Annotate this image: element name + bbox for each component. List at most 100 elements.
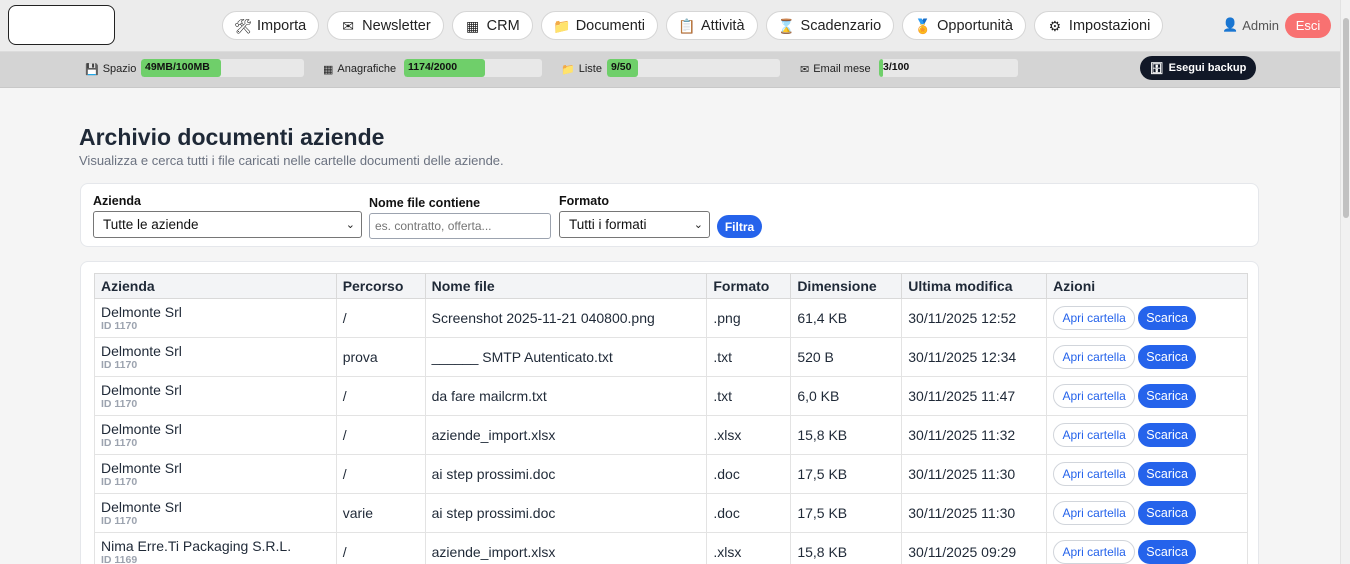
table-row[interactable]: Delmonte Srl ID 1170 prova ______ SMTP Aute… <box>94 337 1248 377</box>
cell-azienda: Delmonte Srl ID 1170 <box>94 454 337 494</box>
cell-azioni: Apri cartella Scarica <box>1046 454 1248 494</box>
page-title: Archivio documenti aziende <box>79 124 385 150</box>
cell-azioni: Apri cartella Scarica <box>1046 493 1248 533</box>
nav-impostazioni-button[interactable]: ⚙ Impostazioni <box>1033 11 1164 40</box>
quota-label-text: Spazio <box>102 63 137 75</box>
filter-submit-button[interactable]: Filtra <box>717 215 762 238</box>
nome-file-input[interactable]: es. contratto, offerta... <box>369 213 551 239</box>
nav-label: Newsletter <box>362 17 431 34</box>
cell-dimensione: 520 B <box>790 337 903 377</box>
nav-importa-button[interactable]: 🛠 Importa <box>222 11 320 40</box>
open-folder-button[interactable]: Apri cartella <box>1053 423 1136 447</box>
download-button[interactable]: Scarica <box>1138 501 1197 525</box>
logout-button[interactable]: Esci <box>1285 13 1331 38</box>
app-logo[interactable] <box>8 5 115 45</box>
folder-icon: 📁 <box>552 17 571 34</box>
col-nome-file[interactable]: Nome file <box>424 273 708 299</box>
quota-progress-bar: 3/100 <box>879 59 1018 77</box>
page-scrollbar[interactable] <box>1340 0 1350 564</box>
cell-dimensione: 15,8 KB <box>790 415 903 455</box>
azienda-name: Delmonte Srl <box>101 460 182 476</box>
open-folder-button[interactable]: Apri cartella <box>1053 384 1136 408</box>
cell-percorso: varie <box>335 493 426 533</box>
azienda-filter-label: Azienda <box>93 194 141 208</box>
table-row[interactable]: Delmonte Srl ID 1170 varie ai step prossimi… <box>94 493 1248 533</box>
col-azienda[interactable]: Azienda <box>94 273 337 299</box>
formato-select-value: Tutti i formati <box>569 217 647 232</box>
cell-percorso: / <box>335 415 426 455</box>
table-header-row: Azienda Percorso Nome file Formato Dimen… <box>94 273 1248 299</box>
open-folder-button[interactable]: Apri cartella <box>1053 345 1136 369</box>
cell-percorso: / <box>335 532 426 564</box>
download-button[interactable]: Scarica <box>1138 423 1197 447</box>
azienda-id: ID 1170 <box>101 515 138 527</box>
quota-value: 3/100 <box>883 61 910 73</box>
backup-button[interactable]: 🗄 Esegui backup <box>1140 56 1256 80</box>
hourglass-icon: ⌛ <box>777 17 796 34</box>
user-menu[interactable]: 👤 Admin <box>1222 17 1279 33</box>
page-subtitle: Visualizza e cerca tutti i file caricati… <box>79 153 504 168</box>
open-folder-button[interactable]: Apri cartella <box>1053 462 1136 486</box>
chevron-down-icon: ⌄ <box>345 219 355 231</box>
col-ultima-modifica[interactable]: Ultima modifica <box>901 273 1048 299</box>
nav-documenti-button[interactable]: 📁 Documenti <box>540 11 659 40</box>
table-row[interactable]: Nima Erre.Ti Packaging S.R.L. ID 1169/azi… <box>94 532 1248 564</box>
open-folder-button[interactable]: Apri cartella <box>1053 501 1136 525</box>
azienda-select-value: Tutte le aziende <box>103 217 199 232</box>
nav-label: Impostazioni <box>1068 17 1151 34</box>
table-row[interactable]: Delmonte Srl ID 1170/ai step prossimi.doc… <box>94 454 1248 494</box>
cell-ultima-modifica: 30/11/2025 11:32 <box>901 415 1048 455</box>
nav-label: CRM <box>486 17 520 34</box>
table-row[interactable]: Delmonte Srl ID 1170/aziende_import.xlsx.… <box>94 415 1248 455</box>
download-button[interactable]: Scarica <box>1138 462 1197 486</box>
clipboard-icon: 📋 <box>678 17 696 34</box>
table-row[interactable]: Delmonte Srl ID 1170/da fare mailcrm.txt.… <box>94 376 1248 416</box>
col-formato[interactable]: Formato <box>706 273 792 299</box>
cell-azienda: Delmonte Srl ID 1170 <box>94 376 337 416</box>
cell-nome-file: ai step prossimi.doc <box>424 454 708 494</box>
cell-azioni: Apri cartella Scarica <box>1046 532 1248 564</box>
quota-liste-label: 📁 Liste <box>561 60 602 78</box>
nav-attivit-button[interactable]: 📋 Attività <box>666 11 758 40</box>
quota-anagrafiche-label: ▦ Anagrafiche <box>323 60 396 78</box>
azienda-name: Delmonte Srl <box>101 382 182 398</box>
azienda-id: ID 1170 <box>101 359 138 371</box>
open-folder-button[interactable]: Apri cartella <box>1053 540 1136 564</box>
open-folder-button[interactable]: Apri cartella <box>1053 306 1136 330</box>
cell-azioni: Apri cartella Scarica <box>1046 376 1248 416</box>
quota-value: 9/50 <box>611 61 632 73</box>
nav-label: Importa <box>257 17 307 34</box>
nome-filter-label: Nome file contiene <box>369 196 481 210</box>
cell-formato: .doc <box>706 454 792 494</box>
formato-select[interactable]: Tutti i formati ⌄ <box>559 211 710 238</box>
user-icon: 👤 <box>1222 17 1239 32</box>
cell-dimensione: 15,8 KB <box>790 532 903 564</box>
nav-newsletter-button[interactable]: ✉ Newsletter <box>327 11 444 40</box>
download-button[interactable]: Scarica <box>1138 540 1197 564</box>
nav-scadenzario-button[interactable]: ⌛ Scadenzario <box>765 11 895 40</box>
cell-nome-file: da fare mailcrm.txt <box>424 376 708 416</box>
col-dimensione[interactable]: Dimensione <box>790 273 903 299</box>
nav-opportunit-button[interactable]: 🏅 Opportunità <box>902 11 1026 40</box>
cell-azioni: Apri cartella Scarica <box>1046 298 1248 338</box>
cell-formato: .doc <box>706 493 792 533</box>
cell-percorso: / <box>335 376 426 416</box>
quota-emailmese-label: ✉ Email mese <box>800 60 871 78</box>
cell-nome-file: ai step prossimi.doc <box>424 493 708 533</box>
scrollbar-thumb[interactable] <box>1343 18 1349 218</box>
table-row[interactable]: Delmonte Srl ID 1170/Screenshot 2025-11-2… <box>94 298 1248 338</box>
documents-table: Azienda Percorso Nome file Formato Dimen… <box>94 273 1248 564</box>
download-button[interactable]: Scarica <box>1138 345 1197 369</box>
col-percorso[interactable]: Percorso <box>335 273 426 299</box>
quota-label-text: Email mese <box>813 63 871 75</box>
azienda-select[interactable]: Tutte le aziende ⌄ <box>93 211 362 238</box>
col-azioni: Azioni <box>1046 273 1248 299</box>
cell-ultima-modifica: 30/11/2025 11:47 <box>901 376 1048 416</box>
cell-formato: .txt <box>706 376 792 416</box>
azienda-id: ID 1170 <box>101 437 138 449</box>
envelope-icon: ✉ <box>800 63 810 76</box>
download-button[interactable]: Scarica <box>1138 306 1197 330</box>
quota-progress-bar: 1174/2000 <box>404 59 542 77</box>
download-button[interactable]: Scarica <box>1138 384 1197 408</box>
nav-crm-button[interactable]: ▦ CRM <box>451 11 533 40</box>
